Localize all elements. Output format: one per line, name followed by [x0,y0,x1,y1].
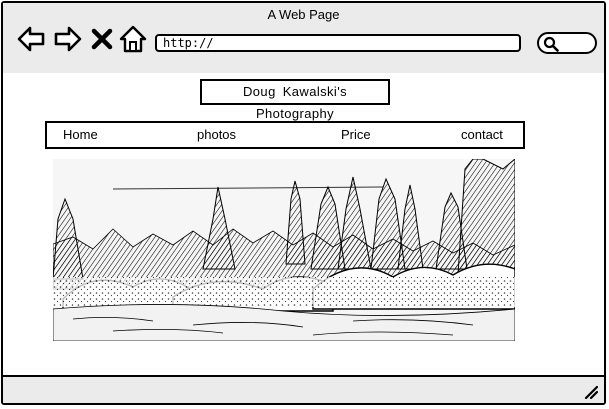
main-navigation: Home photos Price contact [45,121,525,149]
nav-item-photos[interactable]: photos [197,123,236,147]
site-title: Doug Kawalski's Photography [200,79,390,121]
address-bar-text: http:// [163,36,214,50]
home-icon[interactable] [119,25,147,53]
resize-grip-icon[interactable] [584,385,598,399]
status-bar [3,375,604,403]
hero-image [53,159,515,341]
address-bar[interactable]: http:// [155,34,521,52]
search-field[interactable] [537,32,597,54]
nav-item-contact[interactable]: contact [461,123,503,147]
window-title: A Web Page [267,7,340,22]
browser-toolbar: A Web Page http:// [3,3,604,75]
search-icon [543,36,559,52]
back-arrow-icon[interactable] [17,25,45,53]
nav-item-price[interactable]: Price [341,123,371,147]
close-x-icon[interactable] [91,28,113,50]
forward-arrow-icon[interactable] [54,25,82,53]
nav-item-home[interactable]: Home [63,123,98,147]
page-content: Doug Kawalski's Photography Home photos … [3,73,604,379]
browser-window: A Web Page http:// Doug Kawalski's Photo… [1,1,606,405]
